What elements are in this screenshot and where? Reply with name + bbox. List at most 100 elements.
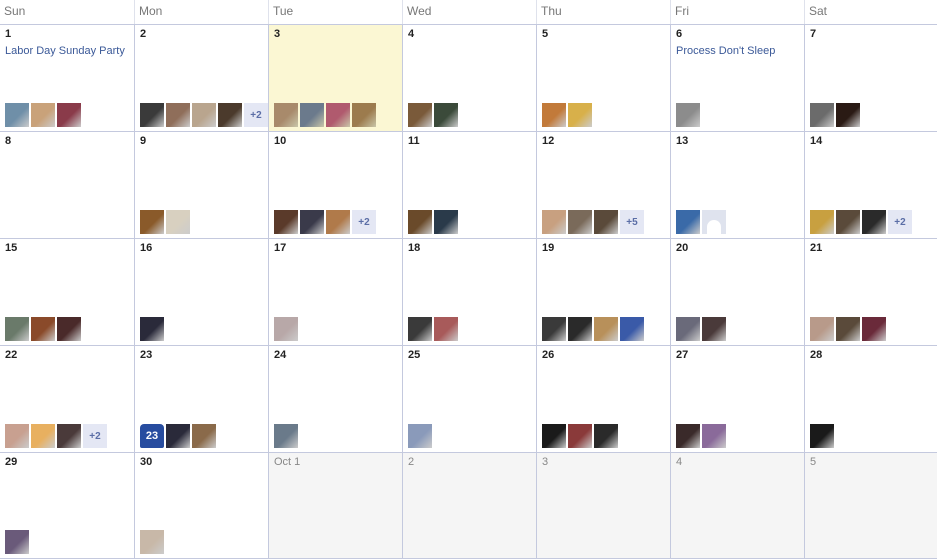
friend-avatar[interactable] xyxy=(300,103,324,127)
friend-avatar[interactable] xyxy=(408,424,432,448)
friend-avatar[interactable] xyxy=(218,103,242,127)
day-cell[interactable]: 19 xyxy=(536,239,670,346)
friend-avatar[interactable] xyxy=(568,210,592,234)
day-cell[interactable]: 25 xyxy=(402,346,536,453)
day-cell[interactable]: 3 xyxy=(536,453,670,559)
day-cell[interactable]: 26 xyxy=(536,346,670,453)
friend-avatar[interactable] xyxy=(31,103,55,127)
friend-avatar[interactable] xyxy=(57,424,81,448)
friend-avatar[interactable] xyxy=(594,317,618,341)
day-cell[interactable]: 3 xyxy=(268,25,402,132)
friend-avatar[interactable] xyxy=(676,317,700,341)
friend-avatar[interactable] xyxy=(192,424,216,448)
friend-avatar[interactable] xyxy=(274,424,298,448)
day-cell[interactable]: 8 xyxy=(0,132,134,239)
friend-avatar[interactable] xyxy=(434,103,458,127)
day-cell[interactable]: 13 xyxy=(670,132,804,239)
day-cell[interactable]: 4 xyxy=(670,453,804,559)
day-cell[interactable]: 27 xyxy=(670,346,804,453)
day-cell[interactable]: 11 xyxy=(402,132,536,239)
more-friends-button[interactable]: +2 xyxy=(352,210,376,234)
default-profile-avatar[interactable] xyxy=(702,210,726,234)
day-cell[interactable]: 24 xyxy=(268,346,402,453)
friend-avatar[interactable] xyxy=(326,103,350,127)
friend-avatar[interactable] xyxy=(542,317,566,341)
friend-avatar[interactable] xyxy=(5,530,29,554)
friend-avatar[interactable] xyxy=(166,424,190,448)
friend-avatar[interactable] xyxy=(620,317,644,341)
day-cell[interactable]: 5 xyxy=(536,25,670,132)
friend-avatar[interactable] xyxy=(862,317,886,341)
friend-avatar[interactable] xyxy=(836,210,860,234)
friend-avatar[interactable] xyxy=(702,424,726,448)
friend-avatar[interactable] xyxy=(274,210,298,234)
friend-avatar[interactable] xyxy=(31,317,55,341)
friend-avatar[interactable] xyxy=(5,317,29,341)
friend-avatar[interactable] xyxy=(408,317,432,341)
friend-avatar[interactable] xyxy=(542,103,566,127)
jersey-avatar[interactable]: 23 xyxy=(140,424,164,448)
friend-avatar[interactable] xyxy=(810,424,834,448)
event-link[interactable]: Process Don't Sleep xyxy=(676,45,775,57)
friend-avatar[interactable] xyxy=(594,210,618,234)
friend-avatar[interactable] xyxy=(836,103,860,127)
friend-avatar[interactable] xyxy=(57,317,81,341)
friend-avatar[interactable] xyxy=(408,210,432,234)
friend-avatar[interactable] xyxy=(542,424,566,448)
friend-avatar[interactable] xyxy=(352,103,376,127)
day-cell[interactable]: 7 xyxy=(804,25,937,132)
friend-avatar[interactable] xyxy=(568,424,592,448)
day-cell[interactable]: 22 +2 xyxy=(0,346,134,453)
friend-avatar[interactable] xyxy=(326,210,350,234)
day-cell[interactable]: 20 xyxy=(670,239,804,346)
friend-avatar[interactable] xyxy=(676,424,700,448)
friend-avatar[interactable] xyxy=(568,103,592,127)
friend-avatar[interactable] xyxy=(57,103,81,127)
friend-avatar[interactable] xyxy=(676,103,700,127)
friend-avatar[interactable] xyxy=(810,210,834,234)
more-friends-button[interactable]: +2 xyxy=(888,210,912,234)
day-cell[interactable]: 16 xyxy=(134,239,268,346)
friend-avatar[interactable] xyxy=(166,210,190,234)
day-cell[interactable]: 23 23 xyxy=(134,346,268,453)
friend-avatar[interactable] xyxy=(192,103,216,127)
friend-avatar[interactable] xyxy=(862,210,886,234)
more-friends-button[interactable]: +2 xyxy=(244,103,268,127)
friend-avatar[interactable] xyxy=(31,424,55,448)
day-cell[interactable]: 18 xyxy=(402,239,536,346)
friend-avatar[interactable] xyxy=(274,317,298,341)
friend-avatar[interactable] xyxy=(140,530,164,554)
more-friends-button[interactable]: +5 xyxy=(620,210,644,234)
day-cell[interactable]: 12 +5 xyxy=(536,132,670,239)
day-cell[interactable]: 5 xyxy=(804,453,937,559)
friend-avatar[interactable] xyxy=(274,103,298,127)
friend-avatar[interactable] xyxy=(702,317,726,341)
day-cell[interactable]: 30 xyxy=(134,453,268,559)
friend-avatar[interactable] xyxy=(140,210,164,234)
friend-avatar[interactable] xyxy=(408,103,432,127)
day-cell[interactable]: 15 xyxy=(0,239,134,346)
more-friends-button[interactable]: +2 xyxy=(83,424,107,448)
friend-avatar[interactable] xyxy=(810,317,834,341)
friend-avatar[interactable] xyxy=(434,210,458,234)
friend-avatar[interactable] xyxy=(542,210,566,234)
day-cell[interactable]: 17 xyxy=(268,239,402,346)
day-cell[interactable]: 29 xyxy=(0,453,134,559)
day-cell[interactable]: 28 xyxy=(804,346,937,453)
day-cell[interactable]: 6 Process Don't Sleep xyxy=(670,25,804,132)
friend-avatar[interactable] xyxy=(568,317,592,341)
day-cell[interactable]: Oct 1 xyxy=(268,453,402,559)
friend-avatar[interactable] xyxy=(140,317,164,341)
friend-avatar[interactable] xyxy=(5,103,29,127)
friend-avatar[interactable] xyxy=(434,317,458,341)
friend-avatar[interactable] xyxy=(166,103,190,127)
day-cell[interactable]: 14 +2 xyxy=(804,132,937,239)
friend-avatar[interactable] xyxy=(676,210,700,234)
friend-avatar[interactable] xyxy=(810,103,834,127)
day-cell[interactable]: 4 xyxy=(402,25,536,132)
day-cell[interactable]: 9 xyxy=(134,132,268,239)
friend-avatar[interactable] xyxy=(594,424,618,448)
friend-avatar[interactable] xyxy=(5,424,29,448)
day-cell[interactable]: 2 +2 xyxy=(134,25,268,132)
friend-avatar[interactable] xyxy=(140,103,164,127)
